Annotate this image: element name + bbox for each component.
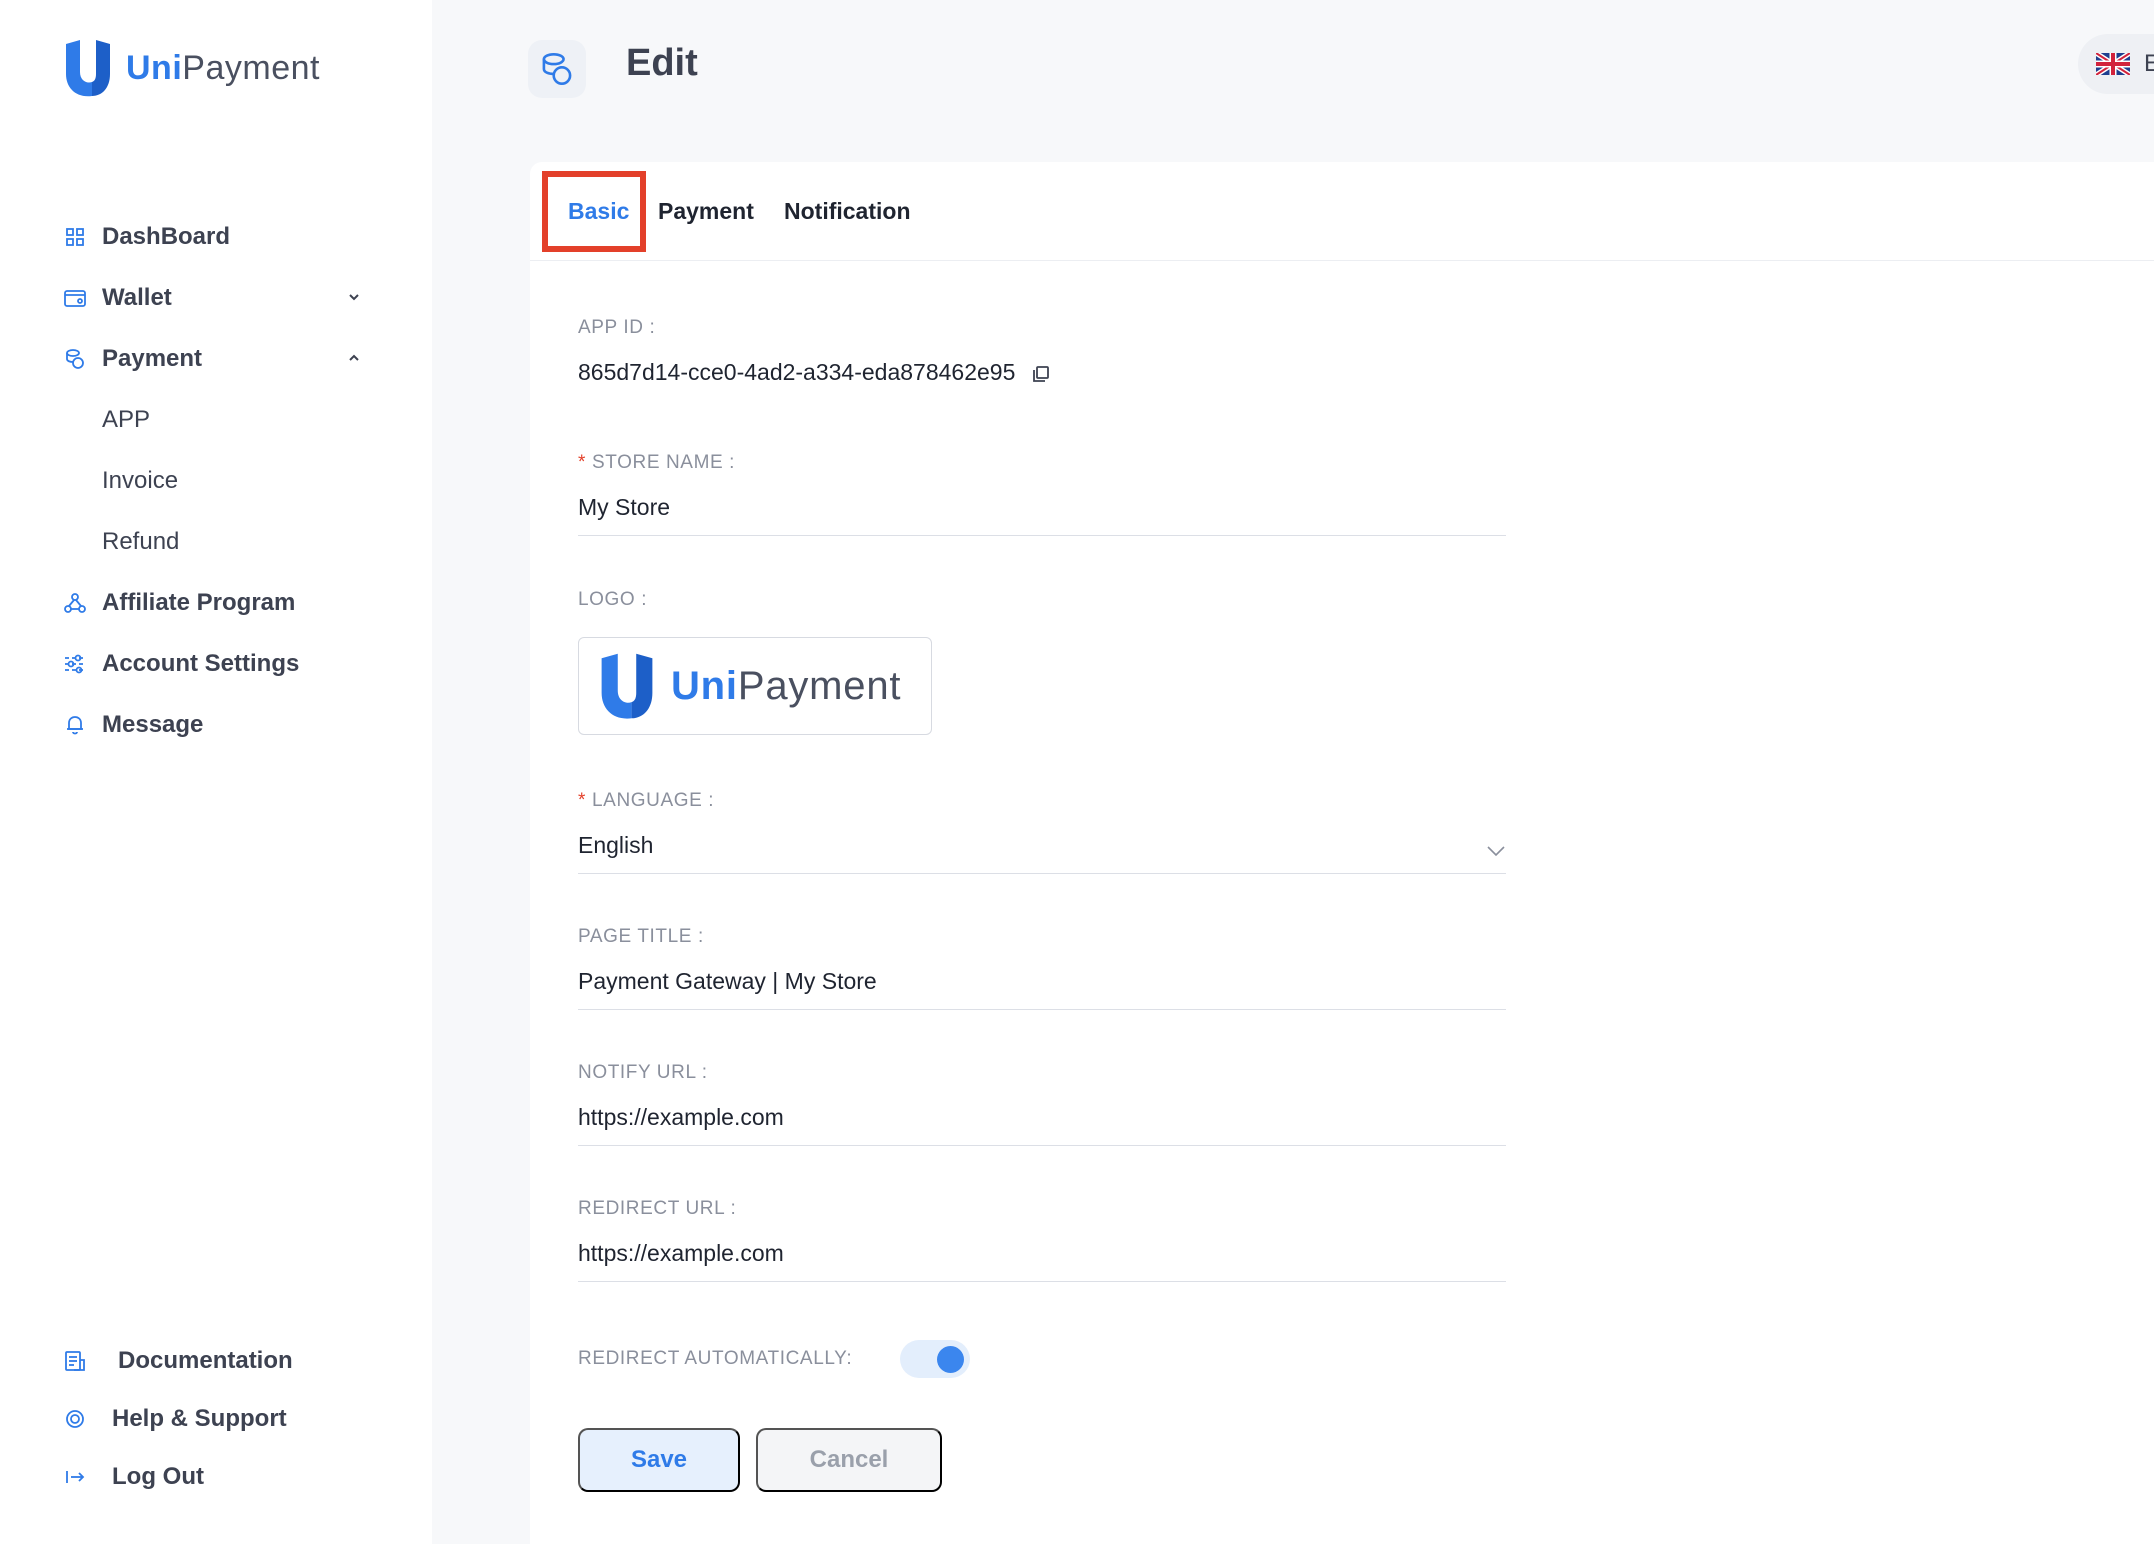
unipayment-logo-icon bbox=[601, 653, 653, 719]
sidebar-item-wallet[interactable]: Wallet bbox=[62, 267, 362, 328]
language-label: * LANGUAGE : bbox=[578, 790, 715, 811]
sidebar-item-label: Log Out bbox=[112, 1463, 204, 1490]
cancel-button[interactable]: Cancel bbox=[756, 1428, 942, 1492]
store-name-input[interactable]: My Store bbox=[578, 494, 1506, 536]
sidebar-subitem-invoice[interactable]: Invoice bbox=[62, 450, 362, 511]
redirect-automatically-row: REDIRECT AUTOMATICALLY: bbox=[578, 1340, 971, 1378]
redirect-url-input[interactable]: https://example.com bbox=[578, 1240, 1506, 1282]
chevron-up-icon[interactable] bbox=[346, 350, 362, 366]
language-field: * LANGUAGE : English bbox=[578, 790, 1506, 874]
sidebar-item-dashboard[interactable]: DashBoard bbox=[62, 206, 362, 267]
save-button[interactable]: Save bbox=[578, 1428, 740, 1492]
store-name-field: * STORE NAME : My Store bbox=[578, 452, 1506, 536]
page-title-input[interactable]: Payment Gateway | My Store bbox=[578, 968, 1506, 1010]
sidebar-nav: DashBoard Wallet Payment APP Invoice Ref… bbox=[62, 206, 362, 755]
page-title-field: PAGE TITLE : Payment Gateway | My Store bbox=[578, 926, 1506, 1010]
sidebar-subitem-refund[interactable]: Refund bbox=[62, 511, 362, 572]
tab-bar: Basic Payment Notification bbox=[530, 162, 2154, 261]
sidebar-bottom-nav: Documentation Help & Support Log Out bbox=[62, 1332, 382, 1506]
notify-url-field: NOTIFY URL : https://example.com bbox=[578, 1062, 1506, 1146]
sidebar-item-label: Help & Support bbox=[112, 1405, 287, 1432]
brand-logo[interactable]: UniPayment bbox=[62, 38, 320, 98]
sidebar-item-label: DashBoard bbox=[102, 222, 231, 250]
language-code: E bbox=[2144, 50, 2154, 77]
sidebar: UniPayment DashBoard Wallet Payment APP … bbox=[0, 0, 432, 1544]
brand-name: UniPayment bbox=[126, 48, 320, 87]
logo-text: UniPayment bbox=[671, 663, 902, 708]
bell-icon bbox=[62, 712, 88, 738]
sidebar-item-help-support[interactable]: Help & Support bbox=[62, 1390, 382, 1448]
language-switcher[interactable]: E bbox=[2078, 34, 2154, 94]
redirect-url-label: REDIRECT URL : bbox=[578, 1198, 737, 1219]
lifebuoy-icon bbox=[62, 1406, 88, 1432]
language-select[interactable]: English bbox=[578, 832, 1506, 874]
sidebar-item-log-out[interactable]: Log Out bbox=[62, 1448, 382, 1506]
affiliate-icon bbox=[62, 590, 88, 616]
payment-icon bbox=[62, 346, 88, 372]
sidebar-item-affiliate-program[interactable]: Affiliate Program bbox=[62, 572, 362, 633]
sidebar-item-label: Wallet bbox=[102, 283, 172, 311]
tab-notification[interactable]: Notification bbox=[784, 198, 911, 225]
sidebar-item-label: Documentation bbox=[118, 1347, 293, 1374]
sidebar-item-label: Affiliate Program bbox=[102, 588, 296, 616]
wallet-icon bbox=[62, 285, 88, 311]
dashboard-icon bbox=[62, 224, 88, 250]
tab-payment[interactable]: Payment bbox=[658, 198, 754, 225]
redirect-url-field: REDIRECT URL : https://example.com bbox=[578, 1198, 1506, 1282]
app-id-value: 865d7d14-cce0-4ad2-a334-eda878462e95 bbox=[578, 359, 1506, 400]
notify-url-input[interactable]: https://example.com bbox=[578, 1104, 1506, 1146]
redirect-automatically-label: REDIRECT AUTOMATICALLY: bbox=[578, 1348, 853, 1369]
page-title: Edit bbox=[626, 42, 698, 84]
redirect-automatically-toggle[interactable] bbox=[900, 1340, 971, 1378]
page-title-label: PAGE TITLE : bbox=[578, 926, 704, 947]
logo-upload[interactable]: UniPayment bbox=[578, 637, 932, 735]
sidebar-item-payment[interactable]: Payment bbox=[62, 328, 362, 389]
chevron-down-icon[interactable] bbox=[1486, 844, 1506, 858]
edit-card: Basic Payment Notification APP ID : 865d… bbox=[530, 162, 2154, 1544]
store-name-label: * STORE NAME : bbox=[578, 452, 736, 473]
app-id-field: APP ID : 865d7d14-cce0-4ad2-a334-eda8784… bbox=[578, 317, 1506, 400]
sidebar-item-account-settings[interactable]: Account Settings bbox=[62, 633, 362, 694]
settings-sliders-icon bbox=[62, 651, 88, 677]
chevron-down-icon[interactable] bbox=[346, 289, 362, 305]
sidebar-subitem-app[interactable]: APP bbox=[62, 389, 362, 450]
uk-flag-icon bbox=[2096, 53, 2130, 75]
logout-icon bbox=[62, 1464, 88, 1490]
sidebar-item-label: Message bbox=[102, 710, 204, 738]
toggle-knob bbox=[937, 1346, 965, 1373]
unipayment-logo-icon bbox=[66, 40, 110, 97]
logo-label: LOGO : bbox=[578, 589, 648, 610]
sidebar-item-label: Account Settings bbox=[102, 649, 300, 677]
sidebar-item-label: Payment bbox=[102, 344, 203, 372]
document-icon bbox=[62, 1348, 88, 1374]
app-id-label: APP ID : bbox=[578, 317, 656, 338]
copy-icon[interactable] bbox=[1032, 365, 1050, 383]
logo-field: LOGO : UniPayment bbox=[578, 589, 1506, 735]
sidebar-item-documentation[interactable]: Documentation bbox=[62, 1332, 382, 1390]
notify-url-label: NOTIFY URL : bbox=[578, 1062, 708, 1083]
tab-basic[interactable]: Basic bbox=[568, 198, 629, 225]
sidebar-item-message[interactable]: Message bbox=[62, 694, 362, 755]
coins-icon bbox=[528, 40, 586, 98]
